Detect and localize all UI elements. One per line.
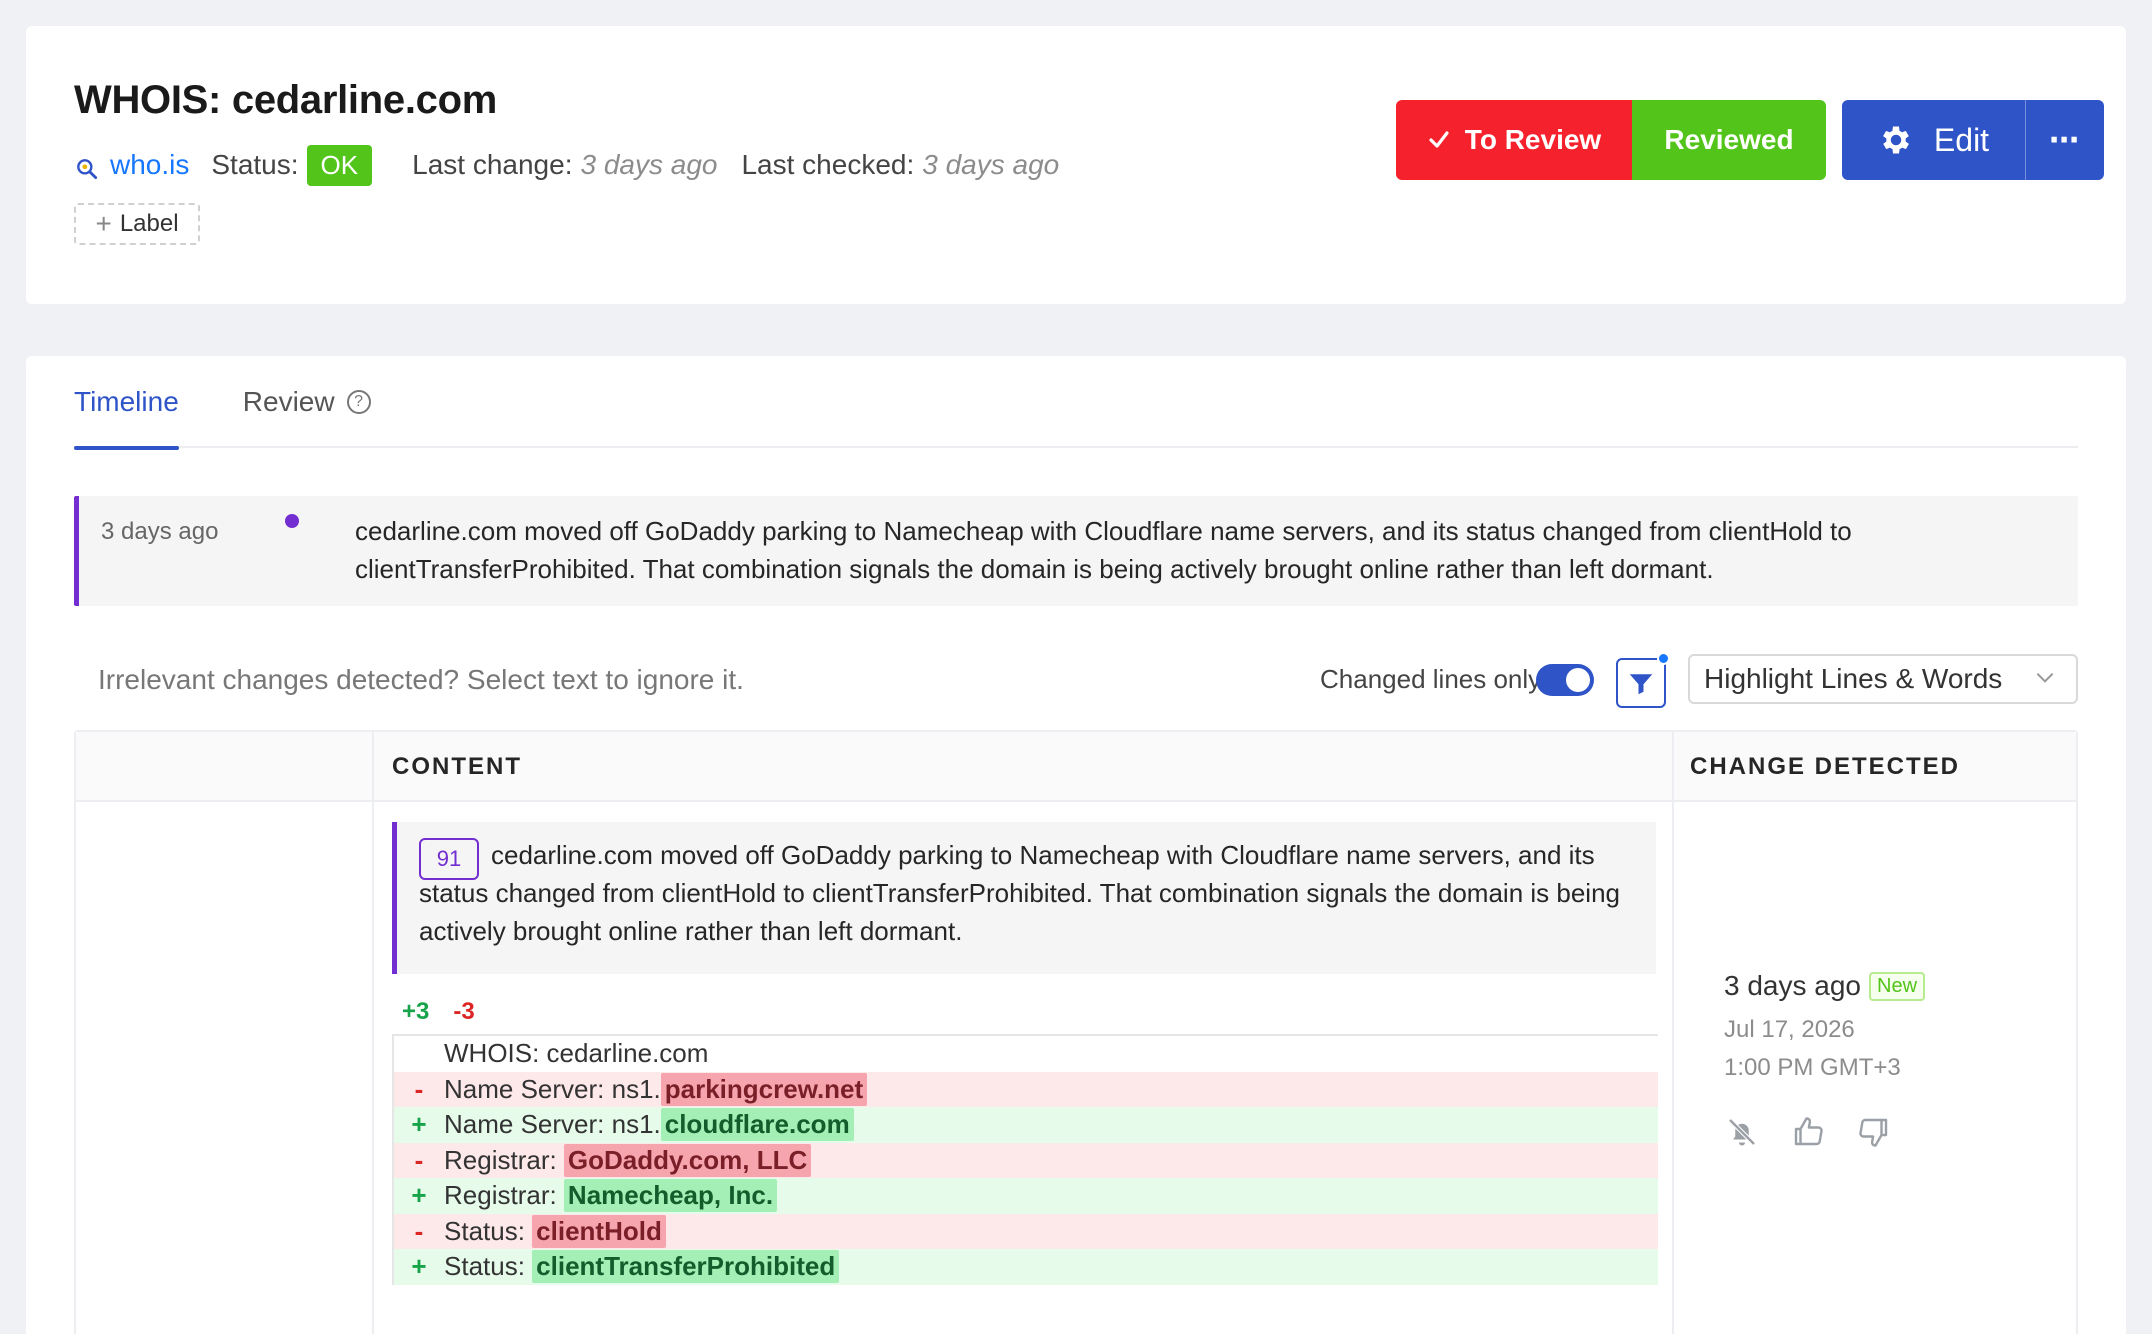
- reviewed-button[interactable]: Reviewed: [1632, 100, 1826, 180]
- diff-line-text: Status:: [444, 1215, 533, 1246]
- diff-sign: -: [414, 1073, 424, 1104]
- tab-timeline[interactable]: Timeline: [74, 356, 179, 450]
- diff-view: WHOIS: cedarline.com - Name Server: ns1.…: [392, 1034, 1658, 1285]
- change-detected-column-header: CHANGE DETECTED: [1690, 753, 1961, 780]
- change-date: Jul 17, 2026: [1724, 1016, 1855, 1043]
- ignore-hint: Irrelevant changes detected? Select text…: [98, 664, 744, 695]
- last-checked-value: 3 days ago: [922, 149, 1060, 180]
- filter-active-dot: [1657, 652, 1670, 665]
- diff-line: WHOIS: cedarline.com: [394, 1036, 1658, 1072]
- diff-line-text: Name Server: ns1.: [444, 1109, 661, 1140]
- tab-timeline-label: Timeline: [74, 386, 179, 417]
- diff-word-highlight: clientHold: [532, 1214, 666, 1248]
- column-divider: [1672, 732, 1674, 1334]
- add-label-button[interactable]: + Label: [74, 203, 200, 245]
- filter-icon: [1629, 674, 1653, 695]
- toggle-knob: [1566, 668, 1590, 692]
- diff-line-added: + Status: clientTransferProhibited: [394, 1249, 1658, 1285]
- thumbs-up-icon[interactable]: [1790, 1114, 1826, 1150]
- meta-row: who.is Status: OK Last change: 3 days ag…: [74, 142, 1083, 188]
- highlight-mode-value: Highlight Lines & Words: [1704, 663, 2003, 694]
- diff-line-removed: - Status: clientHold: [394, 1213, 1658, 1249]
- change-summary: 91 cedarline.com moved off GoDaddy parki…: [392, 822, 1656, 974]
- last-checked-label: Last checked:: [741, 149, 915, 180]
- status-label: Status:: [211, 149, 299, 180]
- page-title: WHOIS: cedarline.com: [74, 78, 497, 122]
- more-options-button[interactable]: ⋯: [2026, 100, 2104, 180]
- removed-lines-count: -3: [453, 998, 475, 1025]
- diff-word-highlight: parkingcrew.net: [660, 1072, 868, 1106]
- change-actions: [1724, 1114, 1892, 1150]
- monitor-header-card: WHOIS: cedarline.com who.is Status: OK L…: [26, 26, 2126, 304]
- timeline-summary: cedarline.com moved off GoDaddy parking …: [355, 516, 1852, 584]
- diff-line-text: Status:: [444, 1251, 533, 1282]
- diff-word-highlight: Namecheap, Inc.: [563, 1179, 778, 1213]
- changed-lines-only-toggle[interactable]: [1536, 664, 1594, 696]
- bell-off-icon[interactable]: [1724, 1114, 1760, 1150]
- diff-word-highlight: GoDaddy.com, LLC: [563, 1143, 812, 1177]
- diff-sign: -: [414, 1144, 424, 1175]
- reviewed-label: Reviewed: [1664, 124, 1794, 155]
- diff-sign: +: [411, 1180, 427, 1211]
- added-lines-count: +3: [402, 998, 430, 1025]
- timeline-dot-icon: [285, 514, 299, 528]
- diff-toolbar: Irrelevant changes detected? Select text…: [74, 652, 2078, 710]
- change-time: 1:00 PM GMT+3: [1724, 1054, 1901, 1081]
- gear-icon: [1883, 126, 1909, 154]
- help-icon[interactable]: ?: [346, 390, 371, 414]
- diff-line-text: Name Server: ns1.: [444, 1073, 661, 1104]
- edit-button[interactable]: Edit: [1842, 100, 2026, 180]
- main-card: Timeline Review ? 3 days ago cedarline.c…: [26, 356, 2126, 1334]
- search-icon: [77, 159, 98, 180]
- diff-line-removed: - Registrar: GoDaddy.com, LLC: [394, 1142, 1658, 1178]
- diff-word-highlight: cloudflare.com: [660, 1108, 854, 1142]
- last-change-label: Last change:: [412, 149, 573, 180]
- diff-line-removed: - Name Server: ns1. parkingcrew.net: [394, 1071, 1658, 1107]
- new-badge: New: [1869, 971, 1926, 1001]
- edit-button-group: Edit ⋯: [1842, 100, 2104, 180]
- diff-sign: -: [414, 1215, 424, 1246]
- to-review-button[interactable]: To Review: [1396, 100, 1632, 180]
- column-divider: [372, 732, 374, 1334]
- plus-icon: +: [95, 208, 112, 239]
- to-review-label: To Review: [1464, 124, 1602, 155]
- timeline-time: 3 days ago: [101, 518, 219, 545]
- changed-lines-only-label: Changed lines only: [1320, 664, 1542, 694]
- diff-sign: +: [411, 1251, 427, 1282]
- table-header-row: CONTENT CHANGE DETECTED: [76, 732, 2076, 802]
- diff-line-added: + Registrar: Namecheap, Inc.: [394, 1178, 1658, 1214]
- diff-word-highlight: clientTransferProhibited: [532, 1250, 840, 1284]
- diff-line-added: + Name Server: ns1. cloudflare.com: [394, 1107, 1658, 1143]
- source-link[interactable]: who.is: [110, 149, 189, 181]
- review-state-group: To Review Reviewed: [1396, 100, 1826, 180]
- tab-review-label: Review: [242, 386, 335, 417]
- change-summary-text: cedarline.com moved off GoDaddy parking …: [419, 840, 1620, 946]
- filter-button[interactable]: [1616, 652, 1670, 708]
- checkmark-icon: [1429, 131, 1449, 148]
- diff-line-text: Registrar:: [444, 1144, 564, 1175]
- tab-review[interactable]: Review ?: [243, 356, 371, 448]
- content-column-header: CONTENT: [392, 753, 522, 780]
- chevron-down-icon: [2036, 673, 2054, 683]
- changes-table: CONTENT CHANGE DETECTED 91 cedarline.com…: [74, 730, 2078, 1334]
- last-change-value: 3 days ago: [580, 149, 718, 180]
- change-relative-time: 3 days ago: [1724, 970, 1861, 1001]
- diff-line-text: WHOIS: cedarline.com: [444, 1038, 709, 1069]
- timeline-item[interactable]: 3 days ago cedarline.com moved off GoDad…: [74, 496, 2078, 606]
- add-label-text: Label: [119, 210, 179, 237]
- tab-bar: Timeline Review ?: [74, 356, 2078, 450]
- diff-counts: +3 -3: [402, 998, 475, 1026]
- thumbs-down-icon[interactable]: [1856, 1114, 1892, 1150]
- highlight-mode-select[interactable]: Highlight Lines & Words: [1688, 654, 2078, 704]
- edit-label: Edit: [1933, 121, 1990, 158]
- diff-line-text: Registrar:: [444, 1180, 564, 1211]
- diff-sign: +: [411, 1109, 427, 1140]
- status-badge: OK: [306, 144, 373, 186]
- change-detected-time: 3 days ago New: [1724, 970, 1926, 1002]
